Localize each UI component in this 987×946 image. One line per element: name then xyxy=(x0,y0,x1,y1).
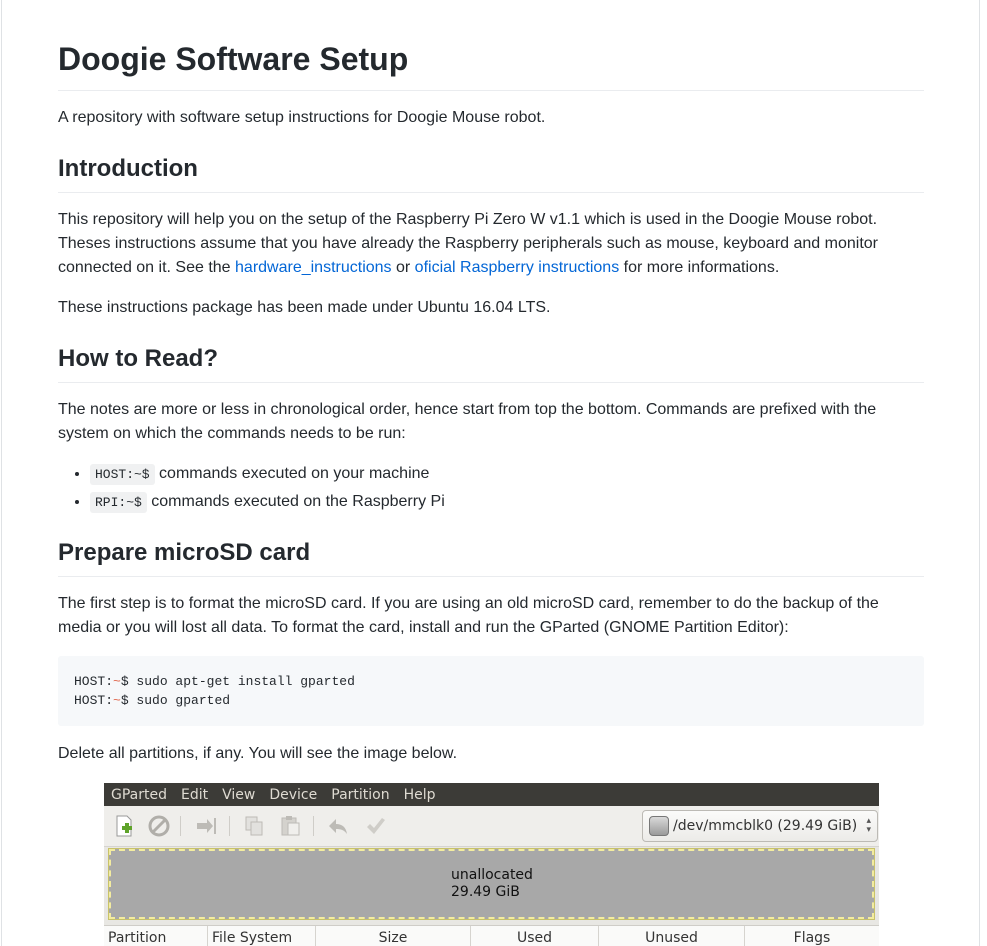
toolbar-separator xyxy=(313,816,314,836)
spinner-arrows-icon: ▴ ▾ xyxy=(866,816,871,835)
heading-prepare-microsd: Prepare microSD card xyxy=(58,538,924,577)
menu-device[interactable]: Device xyxy=(269,787,317,803)
unallocated-label-group: unallocated 29.49 GiB xyxy=(451,867,533,901)
column-partition[interactable]: Partition xyxy=(104,926,208,946)
host-prefix-code: HOST:~$ xyxy=(90,464,155,485)
ubuntu-paragraph: These instructions package has been made… xyxy=(58,299,551,316)
heading-introduction: Introduction xyxy=(58,154,924,193)
partition-table-header: Partition File System Size Used Unused F… xyxy=(104,925,879,946)
prepare-paragraph: The first step is to format the microSD … xyxy=(58,595,879,636)
unallocated-size: 29.49 GiB xyxy=(451,884,520,900)
code-line: HOST:~$ sudo gparted xyxy=(74,693,231,708)
toolbar-separator xyxy=(180,816,181,836)
device-selector[interactable]: /dev/mmcblk0 (29.49 GiB) ▴ ▾ xyxy=(642,810,878,842)
column-unused[interactable]: Unused xyxy=(599,926,745,946)
rpi-prefix-code: RPI:~$ xyxy=(90,492,147,513)
new-partition-icon[interactable] xyxy=(113,815,135,837)
list-item-text: commands executed on your machine xyxy=(154,465,430,482)
code-block: HOST:~$ sudo apt-get install gparted HOS… xyxy=(58,656,924,726)
unallocated-label: unallocated xyxy=(451,867,533,883)
menu-edit[interactable]: Edit xyxy=(181,787,208,803)
how-to-read-paragraph: The notes are more or less in chronologi… xyxy=(58,401,877,442)
list-item: HOST:~$ commands executed on your machin… xyxy=(90,462,445,490)
raspberry-instructions-link[interactable]: oficial Raspberry instructions xyxy=(415,259,620,276)
gparted-toolbar: /dev/mmcblk0 (29.49 GiB) ▴ ▾ xyxy=(104,806,879,847)
menu-view[interactable]: View xyxy=(222,787,255,803)
disk-icon xyxy=(649,816,669,836)
gparted-screenshot: GParted Edit View Device Partition Help … xyxy=(104,783,879,946)
menu-gparted[interactable]: GParted xyxy=(111,787,167,803)
hardware-instructions-link[interactable]: hardware_instructions xyxy=(235,259,392,276)
apply-icon[interactable] xyxy=(364,815,386,837)
intro-text-3: for more informations. xyxy=(619,259,780,276)
menu-help[interactable]: Help xyxy=(404,787,436,803)
column-size[interactable]: Size xyxy=(316,926,471,946)
page-title: Doogie Software Setup xyxy=(58,40,924,91)
list-item: RPI:~$ commands executed on the Raspberr… xyxy=(90,490,445,518)
paste-icon[interactable] xyxy=(279,815,301,837)
intro-text-2: or xyxy=(391,259,415,276)
heading-how-to-read: How to Read? xyxy=(58,344,924,383)
partition-map: unallocated 29.49 GiB xyxy=(108,848,875,921)
delete-partitions-paragraph: Delete all partitions, if any. You will … xyxy=(58,745,458,762)
prefix-list: HOST:~$ commands executed on your machin… xyxy=(58,462,445,518)
device-selector-label: /dev/mmcblk0 (29.49 GiB) xyxy=(673,818,858,834)
copy-icon[interactable] xyxy=(243,815,265,837)
delete-icon[interactable] xyxy=(148,815,170,837)
toolbar-separator xyxy=(229,816,230,836)
column-used[interactable]: Used xyxy=(471,926,599,946)
gparted-menubar: GParted Edit View Device Partition Help xyxy=(104,783,879,806)
intro-paragraph: A repository with software setup instruc… xyxy=(58,109,546,126)
unallocated-block[interactable]: unallocated 29.49 GiB xyxy=(108,848,875,920)
list-item-text: commands executed on the Raspberry Pi xyxy=(146,493,445,510)
resize-move-icon[interactable] xyxy=(195,815,217,837)
introduction-paragraph: This repository will help you on the set… xyxy=(58,208,924,280)
menu-partition[interactable]: Partition xyxy=(331,787,389,803)
column-file-system[interactable]: File System xyxy=(208,926,316,946)
undo-icon[interactable] xyxy=(327,815,349,837)
column-flags[interactable]: Flags xyxy=(745,926,879,946)
code-line: HOST:~$ sudo apt-get install gparted xyxy=(74,674,355,689)
